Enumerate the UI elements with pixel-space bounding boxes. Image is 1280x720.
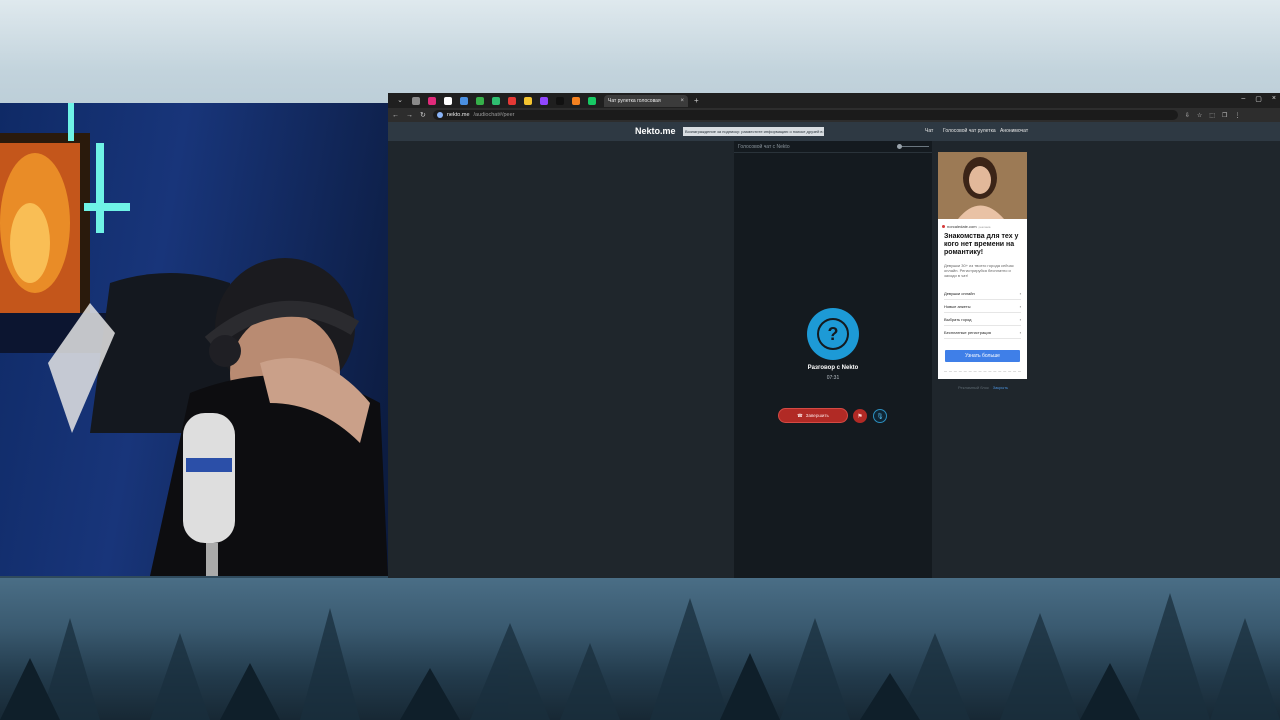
ad-photo[interactable]	[938, 152, 1027, 219]
ad-text: Девушки 30+ из твоего города сейчас онла…	[944, 263, 1014, 278]
ad-cta-button[interactable]: Узнать больше	[945, 350, 1020, 362]
pinned-tab-icon[interactable]	[540, 96, 548, 105]
tab-active[interactable]: Чат рулетка голосовая ×	[604, 94, 688, 107]
pinned-tab-icon[interactable]	[588, 96, 596, 105]
site-info-icon[interactable]	[436, 112, 443, 118]
toolbar-icons: ⇩ ☆ ⬚ ❐ ⋮	[1185, 112, 1240, 119]
ad-link-label: Бесплатные регистрация	[944, 330, 991, 335]
ad-divider	[944, 371, 1021, 373]
webcam-feed	[0, 103, 388, 576]
chevron-right-icon: ›	[1019, 330, 1021, 335]
pinned-tab-icon[interactable]	[572, 96, 580, 105]
interlocutor-avatar: ?	[807, 308, 859, 360]
voice-chat-panel: Голосовой чат с Nekto ? Разговор с Nekto…	[734, 141, 932, 578]
advertisement[interactable]: norcaledate.com реклама Знакомства для т…	[938, 152, 1027, 379]
url-input[interactable]: nekto.me/audiochat#/peer	[432, 110, 1178, 120]
microphone-icon: 🎙	[876, 413, 884, 420]
pinned-tab-icon[interactable]	[476, 96, 484, 105]
chat-header-title: Голосовой чат с Nekto	[738, 144, 790, 150]
call-timer: 07:31	[826, 375, 840, 381]
forest-trees	[0, 593, 1280, 720]
address-bar: ← → ↻ nekto.me/audiochat#/peer ⇩ ☆ ⬚ ❐ ⋮	[388, 108, 1280, 122]
chevron-right-icon: ›	[1019, 291, 1021, 296]
maximize-icon[interactable]: ▢	[1255, 95, 1262, 103]
ad-link-label: Новые анкеты	[944, 304, 971, 309]
end-call-button[interactable]: ☎ Завершить	[778, 408, 848, 423]
ad-tag: реклама	[978, 224, 991, 229]
site-header: Nekto.me Вознаграждение за подписку: раз…	[388, 122, 1280, 141]
flag-icon: ⚑	[857, 413, 863, 420]
close-tab-icon[interactable]: ×	[680, 98, 684, 104]
phone-hangup-icon: ☎	[797, 412, 803, 418]
extension-icon[interactable]: ⬚	[1209, 112, 1215, 119]
notice-banner[interactable]: Вознаграждение за подписку: разместите и…	[683, 127, 824, 136]
window-controls: – ▢ ×	[1241, 95, 1276, 103]
pinned-tab-icon[interactable]	[412, 96, 420, 105]
url-path: /audiochat#/peer	[473, 112, 515, 118]
tab-search-icon[interactable]: ⌄	[396, 97, 404, 105]
pinned-tab-icon[interactable]	[460, 96, 468, 105]
ad-favicon-icon	[942, 225, 945, 228]
menu-kebab-icon[interactable]: ⋮	[1234, 112, 1240, 119]
ad-link-row[interactable]: Выбрать город ›	[944, 314, 1021, 326]
browser-window: ⌄ Чат рулетка голосовая × + – ▢ × ← → ↻ …	[388, 93, 1280, 578]
volume-slider[interactable]	[897, 144, 929, 149]
report-button[interactable]: ⚑	[853, 409, 867, 423]
ad-domain[interactable]: norcaledate.com реклама	[942, 224, 990, 229]
sidepanel-icon[interactable]: ❐	[1222, 112, 1227, 119]
tab-title: Чат рулетка голосовая	[608, 97, 661, 104]
forward-icon[interactable]: →	[406, 112, 413, 119]
bookmark-star-icon[interactable]: ☆	[1197, 112, 1202, 119]
ad-footer: Рекламный блок Закрыть	[958, 385, 1008, 390]
ad-link-row[interactable]: Девушки онлайн ›	[944, 288, 1021, 300]
ad-domain-text: norcaledate.com	[947, 224, 977, 229]
mic-toggle-button[interactable]: 🎙	[873, 409, 887, 423]
url-host: nekto.me	[446, 112, 470, 118]
menu-item-chat[interactable]: Чат	[925, 128, 933, 134]
forest-background	[0, 578, 1280, 720]
back-icon[interactable]: ←	[392, 112, 399, 119]
ad-title[interactable]: Знакомства для тех у кого нет времени на…	[944, 233, 1024, 257]
install-icon[interactable]: ⇩	[1185, 112, 1190, 119]
pinned-tab-icon[interactable]	[556, 96, 564, 105]
question-mark-icon: ?	[819, 320, 847, 348]
pinned-tab-icon[interactable]	[428, 96, 436, 105]
ad-close-link[interactable]: Закрыть	[993, 385, 1008, 390]
streamer-scene	[0, 103, 388, 576]
conversation-title: Разговор с Nekto	[807, 365, 859, 371]
pinned-tab-icon[interactable]	[444, 96, 452, 105]
chevron-right-icon: ›	[1019, 304, 1021, 309]
pinned-tab-icon[interactable]	[492, 96, 500, 105]
end-call-label: Завершить	[805, 413, 829, 418]
nekto-page: Nekto.me Вознаграждение за подписку: раз…	[388, 122, 1280, 578]
minimize-icon[interactable]: –	[1241, 95, 1245, 103]
ad-link-label: Выбрать город	[944, 317, 972, 322]
menu-item-anon-chat[interactable]: Анонимочат	[1000, 128, 1028, 134]
ad-footer-label: Рекламный блок	[958, 385, 989, 390]
ad-image	[938, 152, 1027, 219]
chevron-right-icon: ›	[1019, 317, 1021, 322]
site-logo[interactable]: Nekto.me	[635, 126, 676, 136]
tab-strip: ⌄ Чат рулетка голосовая × + – ▢ ×	[388, 93, 1280, 108]
ad-link-label: Девушки онлайн	[944, 291, 975, 296]
chat-header: Голосовой чат с Nekto	[734, 141, 932, 153]
pinned-tab-icon[interactable]	[508, 96, 516, 105]
menu-item-voice-roulette[interactable]: Голосовой чат рулетка	[943, 128, 996, 134]
ad-link-row[interactable]: Бесплатные регистрация ›	[944, 327, 1021, 339]
reload-icon[interactable]: ↻	[420, 111, 426, 119]
new-tab-button[interactable]: +	[694, 96, 699, 105]
close-window-icon[interactable]: ×	[1272, 95, 1276, 103]
ad-link-row[interactable]: Новые анкеты ›	[944, 301, 1021, 313]
pinned-tab-icon[interactable]	[524, 96, 532, 105]
